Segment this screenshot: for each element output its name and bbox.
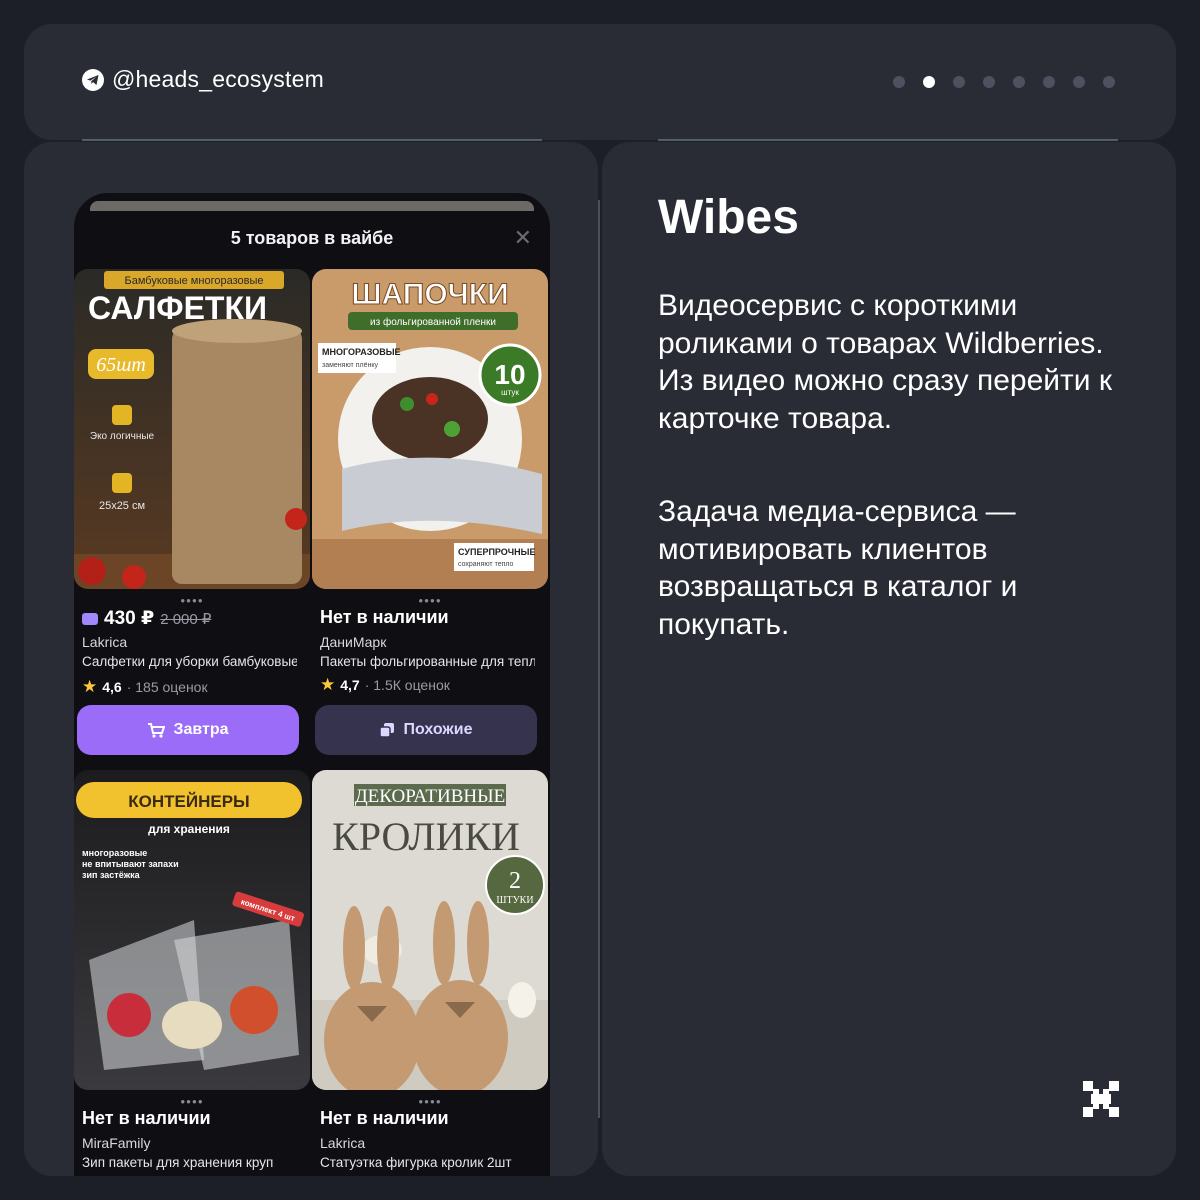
- description-paragraph: Задача медиа-сервиса — мотивировать клие…: [658, 495, 1018, 641]
- slide-pager: [893, 76, 1115, 88]
- pager-dot[interactable]: [983, 76, 995, 88]
- pager-dot[interactable]: [1103, 76, 1115, 88]
- image-badge-sub: штук: [501, 388, 519, 397]
- delivery-button[interactable]: Завтра: [77, 705, 299, 755]
- similar-icon: [379, 723, 395, 738]
- image-note-sub: заменяют плёнку: [322, 362, 378, 369]
- rating: ★ 4,7 · 1.5К оценок: [320, 675, 450, 695]
- product-name[interactable]: Пакеты фольгированные для тепла: [320, 654, 535, 669]
- image-heading-text: САЛФЕТКИ: [88, 290, 267, 326]
- review-count: · 185 оценок: [126, 679, 208, 695]
- image-note-sub: сохраняют тепло: [458, 561, 514, 568]
- page-title: Wibes: [658, 191, 799, 244]
- wallet-icon: [82, 612, 98, 625]
- image-badge-text: 65шт: [96, 354, 146, 376]
- product-card[interactable]: ДЕКОРАТИВНЫЕ КРОЛИКИ 2 ШТУКИ ●●●● Нет в …: [312, 770, 548, 1176]
- brand-name[interactable]: Lakrica: [82, 634, 127, 650]
- image-heading-text: ШАПОЧКИ: [351, 278, 508, 311]
- price: 430 ₽: [104, 608, 155, 629]
- cart-icon: [148, 723, 166, 738]
- image-tag-text: ДЕКОРАТИВНЫЕ: [355, 786, 506, 807]
- image-badge-text: 2: [509, 868, 521, 894]
- image-note-text: Эко логичные: [90, 431, 155, 442]
- product-name[interactable]: Зип пакеты для хранения круп: [82, 1155, 297, 1170]
- product-image[interactable]: Бамбуковые многоразовые САЛФЕТКИ 65шт Эк…: [74, 269, 310, 589]
- product-image[interactable]: КОНТЕЙНЕРЫ для хранения многоразовые не …: [74, 770, 310, 1090]
- image-tag-text: из фольгированной пленки: [370, 316, 496, 328]
- price-row: 430 ₽ 2 000 ₽: [82, 607, 211, 630]
- description-paragraph: Видеосервис с короткими роликами о товар…: [658, 289, 1112, 435]
- image-pager: ●●●●: [418, 596, 442, 605]
- delivery-button-label: Завтра: [173, 721, 229, 738]
- sheet-title: 5 товаров в вайбе: [230, 228, 394, 248]
- image-pager: ●●●●: [180, 596, 204, 605]
- stock-status: Нет в наличии: [320, 607, 449, 627]
- star-icon: ★: [82, 677, 98, 696]
- product-name[interactable]: Салфетки для уборки бамбуковые: [82, 654, 297, 669]
- pager-dot[interactable]: [1013, 76, 1025, 88]
- vertical-divider: [598, 200, 600, 1118]
- image-pager: ●●●●: [180, 1097, 204, 1106]
- pager-dot[interactable]: [953, 76, 965, 88]
- image-badge-sub: ШТУКИ: [496, 895, 533, 906]
- image-badge-text: 10: [494, 359, 525, 390]
- brand-name[interactable]: ДаниМарк: [320, 634, 386, 650]
- image-note-text: МНОГОРАЗОВЫЕ: [322, 347, 401, 357]
- phone-screenshot: 5 товаров в вайбе ✕ Бамбуковые многоразо…: [74, 193, 550, 1176]
- stock-status: Нет в наличии: [82, 1108, 211, 1128]
- rating-value: 4,7: [340, 677, 360, 693]
- stock-status: Нет в наличии: [320, 1108, 449, 1128]
- image-pager: ●●●●: [418, 1097, 442, 1106]
- heads-logo-icon: [1082, 1080, 1120, 1118]
- product-card[interactable]: ШАПОЧКИ из фольгированной пленки МНОГОРА…: [312, 269, 548, 769]
- old-price: 2 000 ₽: [160, 610, 212, 628]
- similar-button-label: Похожие: [403, 721, 473, 738]
- image-tag-text: Бамбуковые многоразовые: [125, 275, 264, 287]
- product-name[interactable]: Статуэтка фигурка кролик 2шт: [320, 1155, 535, 1170]
- left-divider: [82, 139, 542, 141]
- image-bullet: многоразовые: [82, 848, 147, 858]
- telegram-icon: [82, 68, 104, 91]
- channel-handle-text: @heads_ecosystem: [112, 66, 324, 92]
- pager-dot-active[interactable]: [923, 76, 935, 88]
- product-card[interactable]: КОНТЕЙНЕРЫ для хранения многоразовые не …: [74, 770, 310, 1176]
- video-peek: [90, 201, 534, 211]
- image-bullet: не впитывают запахи: [82, 859, 179, 869]
- pager-dot[interactable]: [1073, 76, 1085, 88]
- pager-dot[interactable]: [1043, 76, 1055, 88]
- review-count: · 1.5К оценок: [364, 677, 450, 693]
- image-heading-text: КОНТЕЙНЕРЫ: [128, 792, 249, 811]
- similar-button[interactable]: Похожие: [315, 705, 537, 755]
- product-image[interactable]: ШАПОЧКИ из фольгированной пленки МНОГОРА…: [312, 269, 548, 589]
- star-icon: ★: [320, 675, 336, 694]
- product-image[interactable]: ДЕКОРАТИВНЫЕ КРОЛИКИ 2 ШТУКИ: [312, 770, 548, 1090]
- channel-handle[interactable]: @heads_ecosystem: [82, 66, 324, 93]
- image-sub-text: для хранения: [148, 822, 230, 836]
- pager-dot[interactable]: [893, 76, 905, 88]
- rating-value: 4,6: [102, 679, 122, 695]
- rating: ★ 4,6 · 185 оценок: [82, 677, 208, 697]
- image-note-text: СУПЕРПРОЧНЫЕ: [458, 547, 535, 557]
- image-note-text: 25x25 см: [99, 500, 145, 512]
- brand-name[interactable]: Lakrica: [320, 1135, 365, 1151]
- image-bullet: зип застёжка: [82, 870, 141, 880]
- close-icon[interactable]: ✕: [514, 225, 532, 251]
- image-heading-text: КРОЛИКИ: [332, 814, 520, 859]
- product-card[interactable]: Бамбуковые многоразовые САЛФЕТКИ 65шт Эк…: [74, 269, 310, 769]
- right-divider: [658, 139, 1118, 141]
- brand-name[interactable]: MiraFamily: [82, 1135, 150, 1151]
